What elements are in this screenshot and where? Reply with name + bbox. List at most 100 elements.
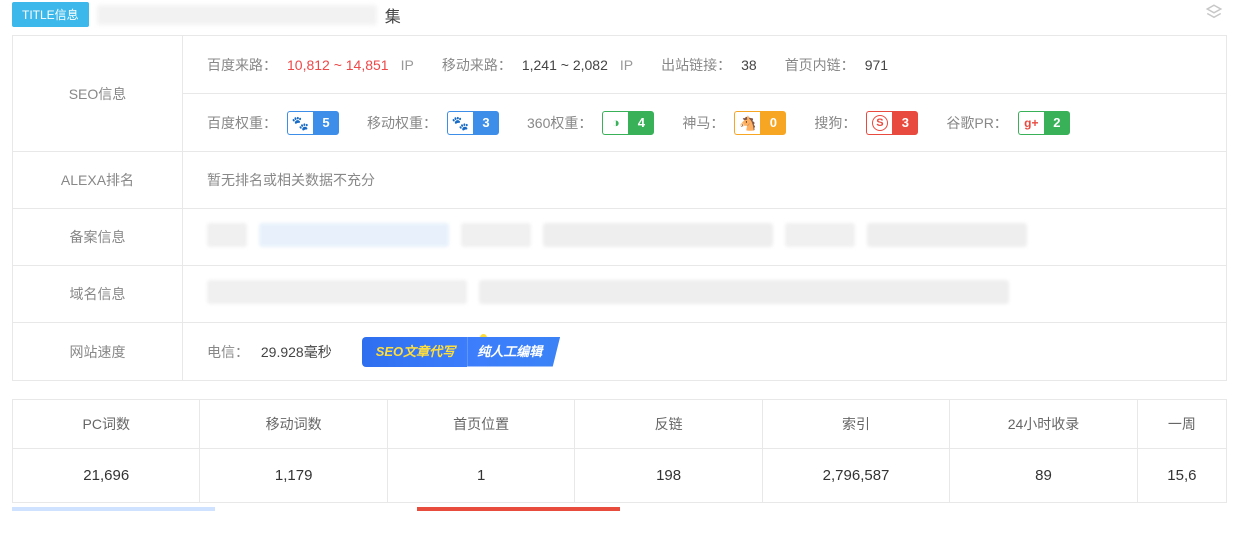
shenma-rank-badge[interactable]: 🐴 0 — [734, 111, 786, 135]
stats-header-row: PC词数 移动词数 首页位置 反链 索引 24小时收录 一周 — [13, 400, 1226, 449]
sogou-rank: 搜狗： S 3 — [814, 111, 918, 135]
redacted-block — [207, 223, 247, 247]
stats-value-row: 21,696 1,179 1 198 2,796,587 89 15,6 — [13, 449, 1226, 502]
metric-value: 10,812 ~ 14,851 — [287, 57, 389, 73]
q360-rank-badge[interactable]: ◑ 4 — [602, 111, 654, 135]
beian-content — [183, 209, 1226, 265]
seo-info-table: SEO信息 百度来路： 10,812 ~ 14,851 IP 移动来路： 1,2… — [12, 35, 1227, 381]
mobile-rank-badge[interactable]: 🐾 3 — [447, 111, 499, 135]
seo-content: 百度来路： 10,812 ~ 14,851 IP 移动来路： 1,241 ~ 2… — [183, 36, 1226, 151]
metric-value: 971 — [865, 57, 888, 73]
speed-row: 网站速度 电信： 29.928毫秒 SEO文章代写 纯人工编辑 — [13, 323, 1226, 380]
seo-rank-row: 百度权重： 🐾 5 移动权重： 🐾 3 360权重： — [183, 93, 1226, 151]
speed-value: 29.928毫秒 — [261, 344, 332, 360]
stats-value-cell[interactable]: 1 — [388, 449, 575, 502]
rank-value: 3 — [473, 111, 499, 135]
domain-content — [183, 266, 1226, 322]
seo-section-label: SEO信息 — [13, 36, 183, 151]
promo-text-left: SEO文章代写 — [362, 337, 467, 367]
speed-content: 电信： 29.928毫秒 SEO文章代写 纯人工编辑 — [183, 323, 1226, 380]
redacted-block — [785, 223, 855, 247]
metric-label: 百度权重： — [207, 113, 277, 133]
metric-label: 搜狗： — [814, 113, 856, 133]
stats-table: PC词数 移动词数 首页位置 反链 索引 24小时收录 一周 21,696 1,… — [12, 399, 1227, 503]
ip-unit: IP — [620, 57, 633, 73]
metric-value: 38 — [741, 57, 757, 73]
promo-badge[interactable]: SEO文章代写 纯人工编辑 — [362, 337, 560, 367]
stats-value-cell[interactable]: 198 — [575, 449, 762, 502]
tab-indicator[interactable] — [1025, 507, 1228, 511]
alexa-row: ALEXA排名 暂无排名或相关数据不充分 — [13, 152, 1226, 209]
stats-header-cell[interactable]: 24小时收录 — [950, 400, 1137, 448]
tab-indicator[interactable] — [822, 507, 1025, 511]
stats-value-cell[interactable]: 21,696 — [13, 449, 200, 502]
title-redacted — [97, 5, 377, 25]
google-pr-badge[interactable]: g+ 2 — [1018, 111, 1070, 135]
outlinks: 出站链接： 38 — [661, 55, 757, 75]
redacted-block — [867, 223, 1027, 247]
baidu-paw-icon: 🐾 — [287, 111, 313, 135]
baidu-rank-badge[interactable]: 🐾 5 — [287, 111, 339, 135]
mobile-traffic: 移动来路： 1,241 ~ 2,082 IP — [442, 55, 633, 75]
baidu-traffic: 百度来路： 10,812 ~ 14,851 IP — [207, 55, 414, 75]
sogou-rank-badge[interactable]: S 3 — [866, 111, 918, 135]
rank-value: 0 — [760, 111, 786, 135]
stack-icon[interactable] — [1205, 3, 1227, 26]
stats-value-cell[interactable]: 15,6 — [1138, 449, 1226, 502]
rank-value: 2 — [1044, 111, 1070, 135]
stats-header-cell[interactable]: PC词数 — [13, 400, 200, 448]
ip-unit: IP — [401, 57, 414, 73]
seo-row: SEO信息 百度来路： 10,812 ~ 14,851 IP 移动来路： 1,2… — [13, 36, 1226, 152]
speed-metric: 电信： 29.928毫秒 — [207, 342, 332, 362]
redacted-block — [479, 280, 1009, 304]
stats-header-cell[interactable]: 移动词数 — [200, 400, 387, 448]
q360-icon: ◑ — [602, 111, 628, 135]
mobile-rank: 移动权重： 🐾 3 — [367, 111, 499, 135]
metric-label: 神马： — [682, 113, 724, 133]
alexa-label: ALEXA排名 — [13, 152, 183, 208]
stats-value-cell[interactable]: 2,796,587 — [763, 449, 950, 502]
metric-label: 移动来路： — [442, 55, 512, 75]
google-pr: 谷歌PR： g+ 2 — [946, 111, 1069, 135]
speed-label: 网站速度 — [13, 323, 183, 380]
stats-value-cell[interactable]: 89 — [950, 449, 1137, 502]
stats-header-cell[interactable]: 一周 — [1138, 400, 1226, 448]
metric-value: 1,241 ~ 2,082 — [522, 57, 608, 73]
q360-rank: 360权重： ◑ 4 — [527, 111, 654, 135]
rank-value: 3 — [892, 111, 918, 135]
stats-header-cell[interactable]: 反链 — [575, 400, 762, 448]
beian-row: 备案信息 — [13, 209, 1226, 266]
beian-label: 备案信息 — [13, 209, 183, 265]
title-badge: TITLE信息 — [12, 2, 89, 27]
baidu-mobile-icon: 🐾 — [447, 111, 473, 135]
redacted-block — [461, 223, 531, 247]
domain-label: 域名信息 — [13, 266, 183, 322]
promo-text-right: 纯人工编辑 — [467, 337, 560, 367]
homelinks: 首页内链： 971 — [785, 55, 888, 75]
stats-header-cell[interactable]: 首页位置 — [388, 400, 575, 448]
metric-label: 移动权重： — [367, 113, 437, 133]
rank-value: 4 — [628, 111, 654, 135]
tab-indicator[interactable] — [215, 507, 418, 511]
title-suffix: 集 — [385, 3, 401, 27]
tab-indicator[interactable] — [12, 507, 215, 511]
shenma-rank: 神马： 🐴 0 — [682, 111, 786, 135]
title-bar: TITLE信息 集 — [0, 0, 1239, 35]
redacted-block — [207, 280, 467, 304]
alexa-content: 暂无排名或相关数据不充分 — [183, 152, 1226, 208]
metric-label: 谷歌PR： — [946, 113, 1007, 133]
baidu-rank: 百度权重： 🐾 5 — [207, 111, 339, 135]
metric-label: 360权重： — [527, 113, 592, 133]
stats-header-cell[interactable]: 索引 — [763, 400, 950, 448]
shenma-horse-icon: 🐴 — [734, 111, 760, 135]
domain-row: 域名信息 — [13, 266, 1226, 323]
metric-label: 出站链接： — [661, 55, 731, 75]
tab-indicator[interactable] — [620, 507, 823, 511]
metric-label: 首页内链： — [785, 55, 855, 75]
sogou-icon: S — [866, 111, 892, 135]
alexa-text: 暂无排名或相关数据不充分 — [207, 170, 375, 190]
metric-label: 百度来路： — [207, 55, 277, 75]
stats-value-cell[interactable]: 1,179 — [200, 449, 387, 502]
tab-indicator[interactable] — [417, 507, 620, 511]
seo-traffic-row: 百度来路： 10,812 ~ 14,851 IP 移动来路： 1,241 ~ 2… — [183, 36, 1226, 93]
